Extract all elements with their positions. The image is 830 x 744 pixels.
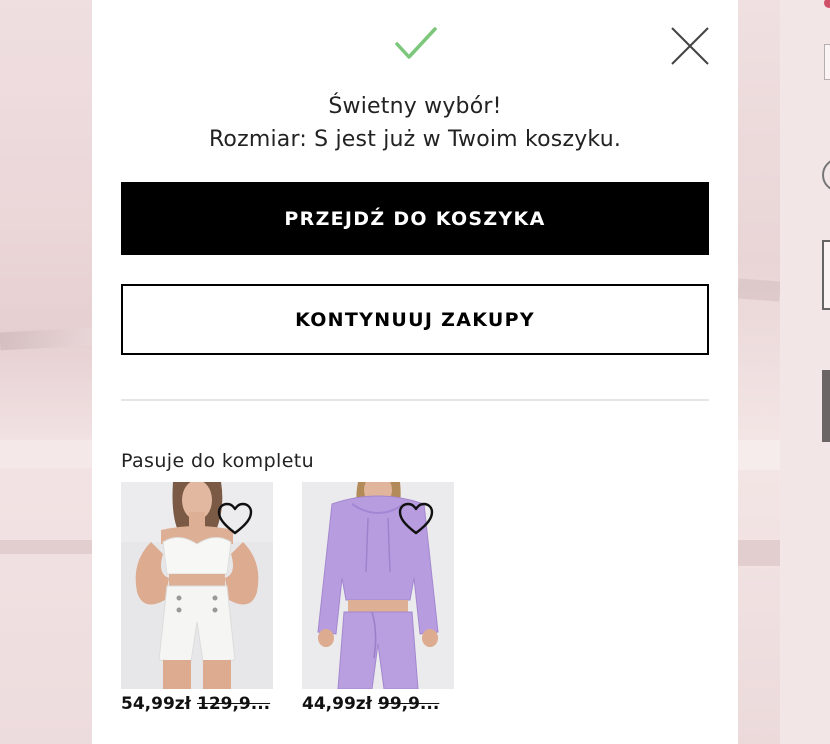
price-row: 54,99zł 129,9... bbox=[121, 694, 273, 714]
original-price: 99,9... bbox=[377, 694, 440, 714]
product-image[interactable] bbox=[302, 482, 454, 689]
heart-icon[interactable] bbox=[217, 502, 253, 536]
background-page-middle bbox=[737, 0, 781, 744]
original-price: 129,9... bbox=[196, 694, 271, 714]
recommendations-title: Pasuje do kompletu bbox=[121, 450, 315, 472]
go-to-cart-button[interactable]: PRZEJDŹ DO KOSZYKA bbox=[121, 182, 709, 255]
background-page-left bbox=[0, 0, 93, 744]
sale-price: 44,99zł bbox=[302, 694, 372, 714]
continue-shopping-button[interactable]: KONTYNUUJ ZAKUPY bbox=[121, 284, 709, 355]
close-icon[interactable] bbox=[670, 26, 710, 66]
price-row: 44,99zł 99,9... bbox=[302, 694, 454, 714]
recommended-product-card[interactable]: 44,99zł 99,9... bbox=[302, 482, 454, 714]
dialog-message: Rozmiar: S jest już w Twoim koszyku. bbox=[208, 127, 622, 152]
divider bbox=[121, 399, 709, 401]
dialog-title: Świetny wybór! bbox=[328, 94, 502, 119]
product-image[interactable] bbox=[121, 482, 273, 689]
recommended-product-card[interactable]: 54,99zł 129,9... bbox=[121, 482, 273, 714]
added-to-cart-dialog: Świetny wybór! Rozmiar: S jest już w Two… bbox=[92, 0, 738, 744]
heart-icon[interactable] bbox=[398, 502, 434, 536]
checkmark-icon bbox=[395, 27, 437, 59]
background-page-right bbox=[780, 0, 830, 744]
sale-price: 54,99zł bbox=[121, 694, 191, 714]
